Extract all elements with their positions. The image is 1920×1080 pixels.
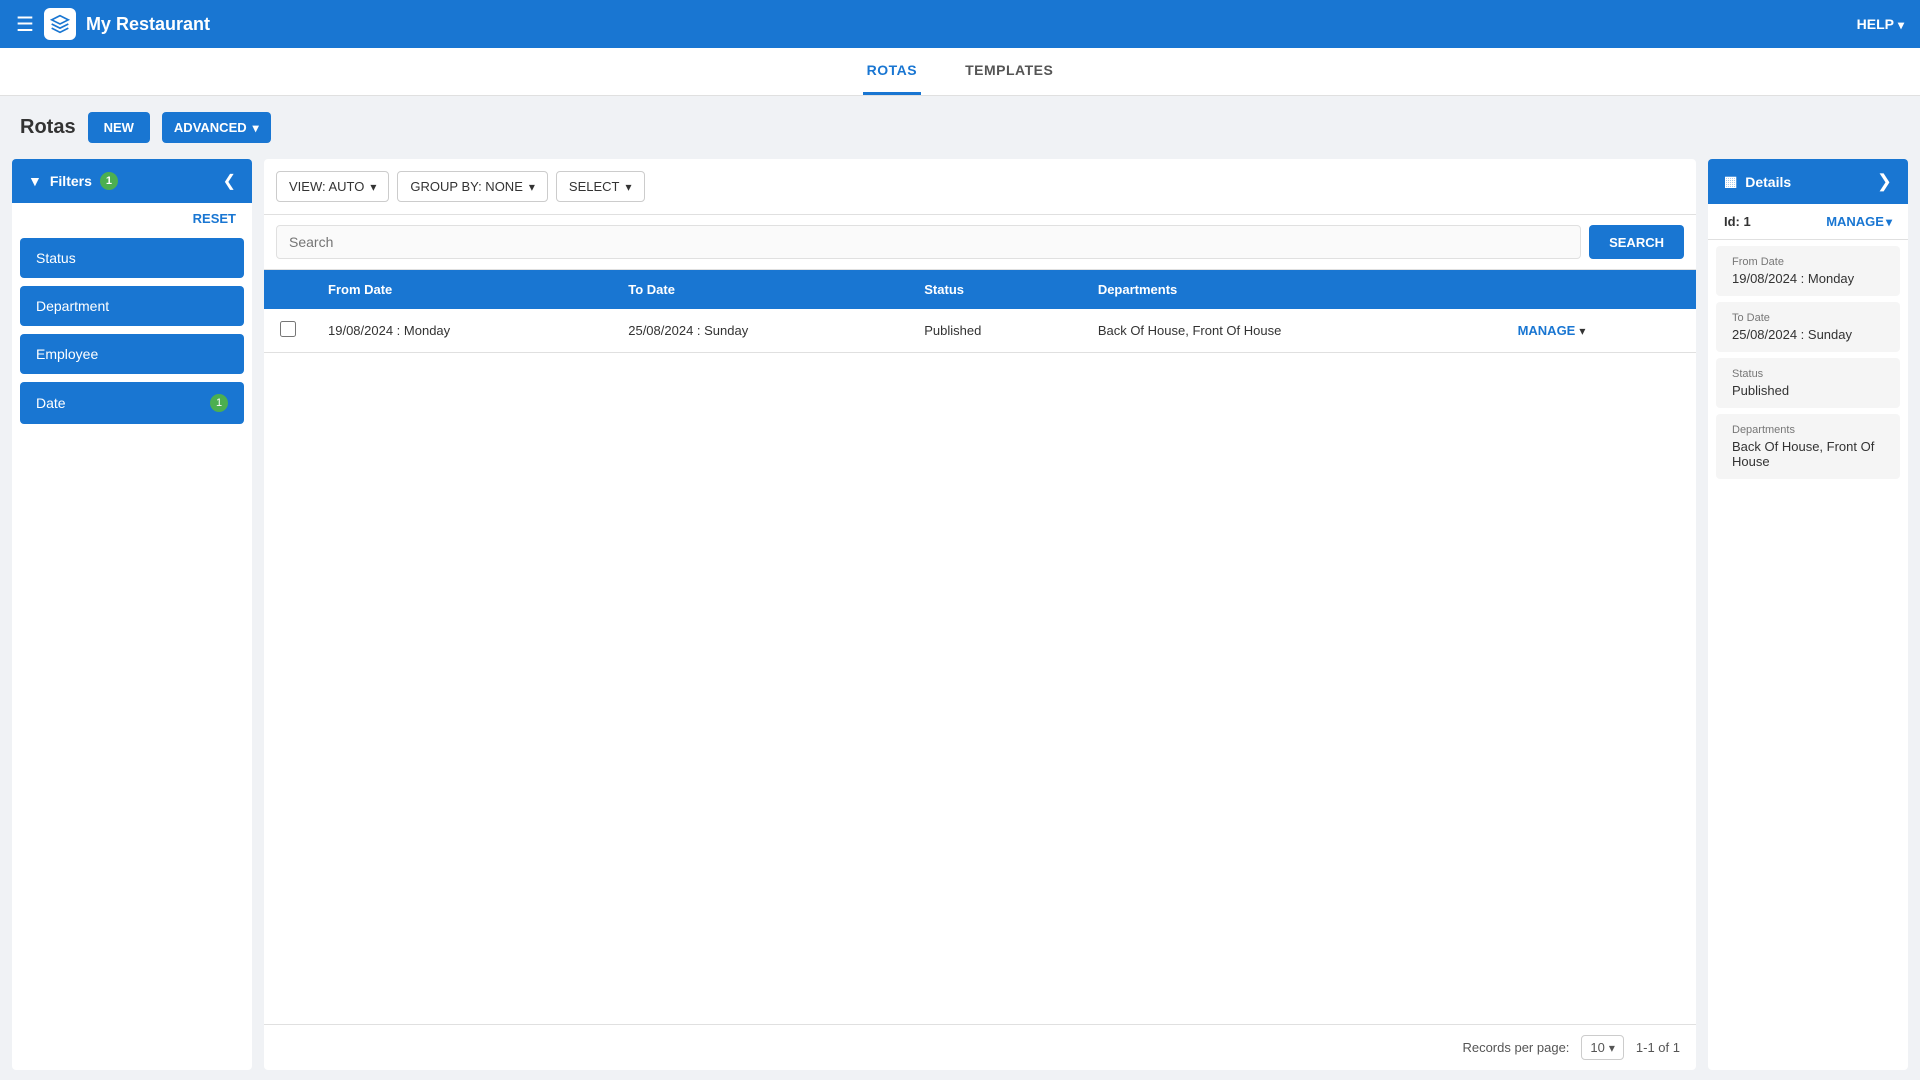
tab-templates[interactable]: TEMPLATES [961,48,1057,95]
row-from-date: 19/08/2024 : Monday [312,309,612,353]
view-chevron-icon [370,179,376,194]
per-page-chevron-icon [1609,1040,1615,1055]
detail-to-date-label: To Date [1732,312,1884,324]
page-header: Rotas NEW ADVANCED [0,96,1920,151]
detail-departments-value: Back Of House, Front Of House [1732,439,1884,469]
filters-reset-button[interactable]: RESET [12,203,252,234]
detail-from-date-value: 19/08/2024 : Monday [1732,271,1884,286]
select-button[interactable]: SELECT [556,171,645,202]
new-button[interactable]: NEW [88,112,150,143]
group-chevron-icon [529,179,535,194]
search-button[interactable]: SEARCH [1589,225,1684,259]
table-container: From Date To Date Status Departments 19/… [264,270,1696,1024]
app-logo [44,8,76,40]
col-from-date: From Date [312,270,612,309]
row-manage-chevron-icon[interactable] [1579,323,1585,338]
detail-departments-label: Departments [1732,424,1884,436]
detail-to-date-field: To Date 25/08/2024 : Sunday [1716,302,1900,352]
detail-to-date-value: 25/08/2024 : Sunday [1732,327,1884,342]
search-input[interactable] [276,225,1581,259]
tab-rotas[interactable]: ROTAS [863,48,921,95]
row-manage-button[interactable]: MANAGE [1518,323,1576,338]
filter-date[interactable]: Date 1 [20,382,244,424]
help-button[interactable]: HELP [1857,16,1904,32]
details-expand-button[interactable]: ❯ [1877,171,1892,192]
filters-badge: 1 [100,172,118,190]
filters-header: ▼ Filters 1 ❮ [12,159,252,203]
row-to-date: 25/08/2024 : Sunday [612,309,908,353]
details-header: ▦ Details ❯ [1708,159,1908,204]
filter-status[interactable]: Status [20,238,244,278]
detail-from-date-label: From Date [1732,256,1884,268]
pagination-bar: Records per page: 10 1-1 of 1 [264,1024,1696,1070]
details-icon: ▦ [1724,173,1737,190]
hamburger-icon[interactable]: ☰ [16,12,34,37]
per-page-select[interactable]: 10 [1581,1035,1624,1060]
tab-bar: ROTAS TEMPLATES [0,48,1920,96]
details-panel: ▦ Details ❯ Id: 1 MANAGE From Date 19/08… [1708,159,1908,1070]
advanced-chevron-icon [253,120,259,135]
details-manage-chevron-icon [1886,214,1892,229]
toolbar: VIEW: AUTO GROUP BY: NONE SELECT [264,159,1696,215]
row-departments: Back Of House, Front Of House [1082,309,1502,353]
detail-from-date-field: From Date 19/08/2024 : Monday [1716,246,1900,296]
top-nav: ☰ My Restaurant HELP [0,0,1920,48]
col-to-date: To Date [612,270,908,309]
select-chevron-icon [625,179,631,194]
col-checkbox [264,270,312,309]
col-action [1502,270,1696,309]
detail-departments-field: Departments Back Of House, Front Of Hous… [1716,414,1900,479]
page-title: Rotas [20,116,76,139]
filter-icon: ▼ [28,173,42,189]
details-manage-button[interactable]: MANAGE [1826,214,1892,229]
row-checkbox-cell [264,309,312,353]
detail-status-label: Status [1732,368,1884,380]
help-chevron-icon [1898,16,1904,32]
filters-title: Filters [50,173,92,189]
col-status: Status [908,270,1082,309]
row-checkbox[interactable] [280,321,296,337]
detail-status-value: Published [1732,383,1884,398]
filters-collapse-button[interactable]: ❮ [223,171,236,191]
filter-department[interactable]: Department [20,286,244,326]
details-title: Details [1745,174,1791,190]
view-button[interactable]: VIEW: AUTO [276,171,389,202]
filter-date-badge: 1 [210,394,228,412]
main-content: ▼ Filters 1 ❮ RESET Status Department Em… [0,151,1920,1078]
detail-status-field: Status Published [1716,358,1900,408]
table-row: 19/08/2024 : Monday 25/08/2024 : Sunday … [264,309,1696,353]
advanced-button[interactable]: ADVANCED [162,112,271,143]
row-manage-cell: MANAGE [1502,309,1696,353]
details-id-row: Id: 1 MANAGE [1708,204,1908,240]
group-by-button[interactable]: GROUP BY: NONE [397,171,548,202]
records-per-page-label: Records per page: [1462,1040,1569,1055]
center-panel: VIEW: AUTO GROUP BY: NONE SELECT SEARCH [264,159,1696,1070]
details-id: Id: 1 [1724,214,1751,229]
filter-employee[interactable]: Employee [20,334,244,374]
rotas-table: From Date To Date Status Departments 19/… [264,270,1696,353]
pagination-range: 1-1 of 1 [1636,1040,1680,1055]
filters-panel: ▼ Filters 1 ❮ RESET Status Department Em… [12,159,252,1070]
search-bar: SEARCH [264,215,1696,270]
app-title: My Restaurant [86,14,210,35]
col-departments: Departments [1082,270,1502,309]
row-status: Published [908,309,1082,353]
